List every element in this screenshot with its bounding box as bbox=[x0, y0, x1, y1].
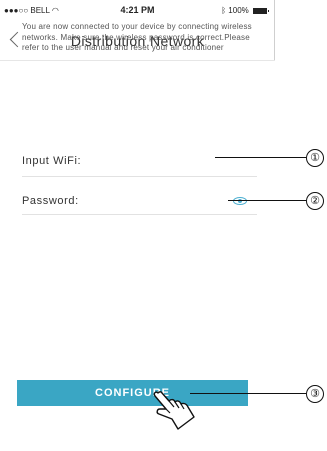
eye-icon[interactable] bbox=[233, 197, 247, 205]
intro-text: You are now connected to your device by … bbox=[22, 22, 252, 52]
status-battery: ᛒ 100% bbox=[221, 6, 269, 15]
phone-screen: ●●●○○ BELL ◠ 4:21 PM ᛒ 100% Distribution… bbox=[0, 0, 275, 451]
callout-number-3: ③ bbox=[306, 385, 324, 403]
callout-line-2 bbox=[228, 200, 306, 201]
callout-line-1 bbox=[215, 157, 306, 158]
wifi-field-underline bbox=[22, 176, 257, 177]
callout-number-2: ② bbox=[306, 192, 324, 210]
callout-number-1: ① bbox=[306, 149, 324, 167]
password-field-label[interactable]: Password: bbox=[22, 195, 79, 207]
callout-line-3 bbox=[190, 393, 306, 394]
wifi-field-label[interactable]: Input WiFi: bbox=[22, 155, 81, 167]
bluetooth-icon: ᛒ bbox=[221, 6, 227, 15]
status-bar: ●●●○○ BELL ◠ 4:21 PM ᛒ 100% bbox=[0, 0, 275, 22]
battery-icon bbox=[253, 7, 269, 14]
password-field-underline bbox=[22, 214, 257, 215]
